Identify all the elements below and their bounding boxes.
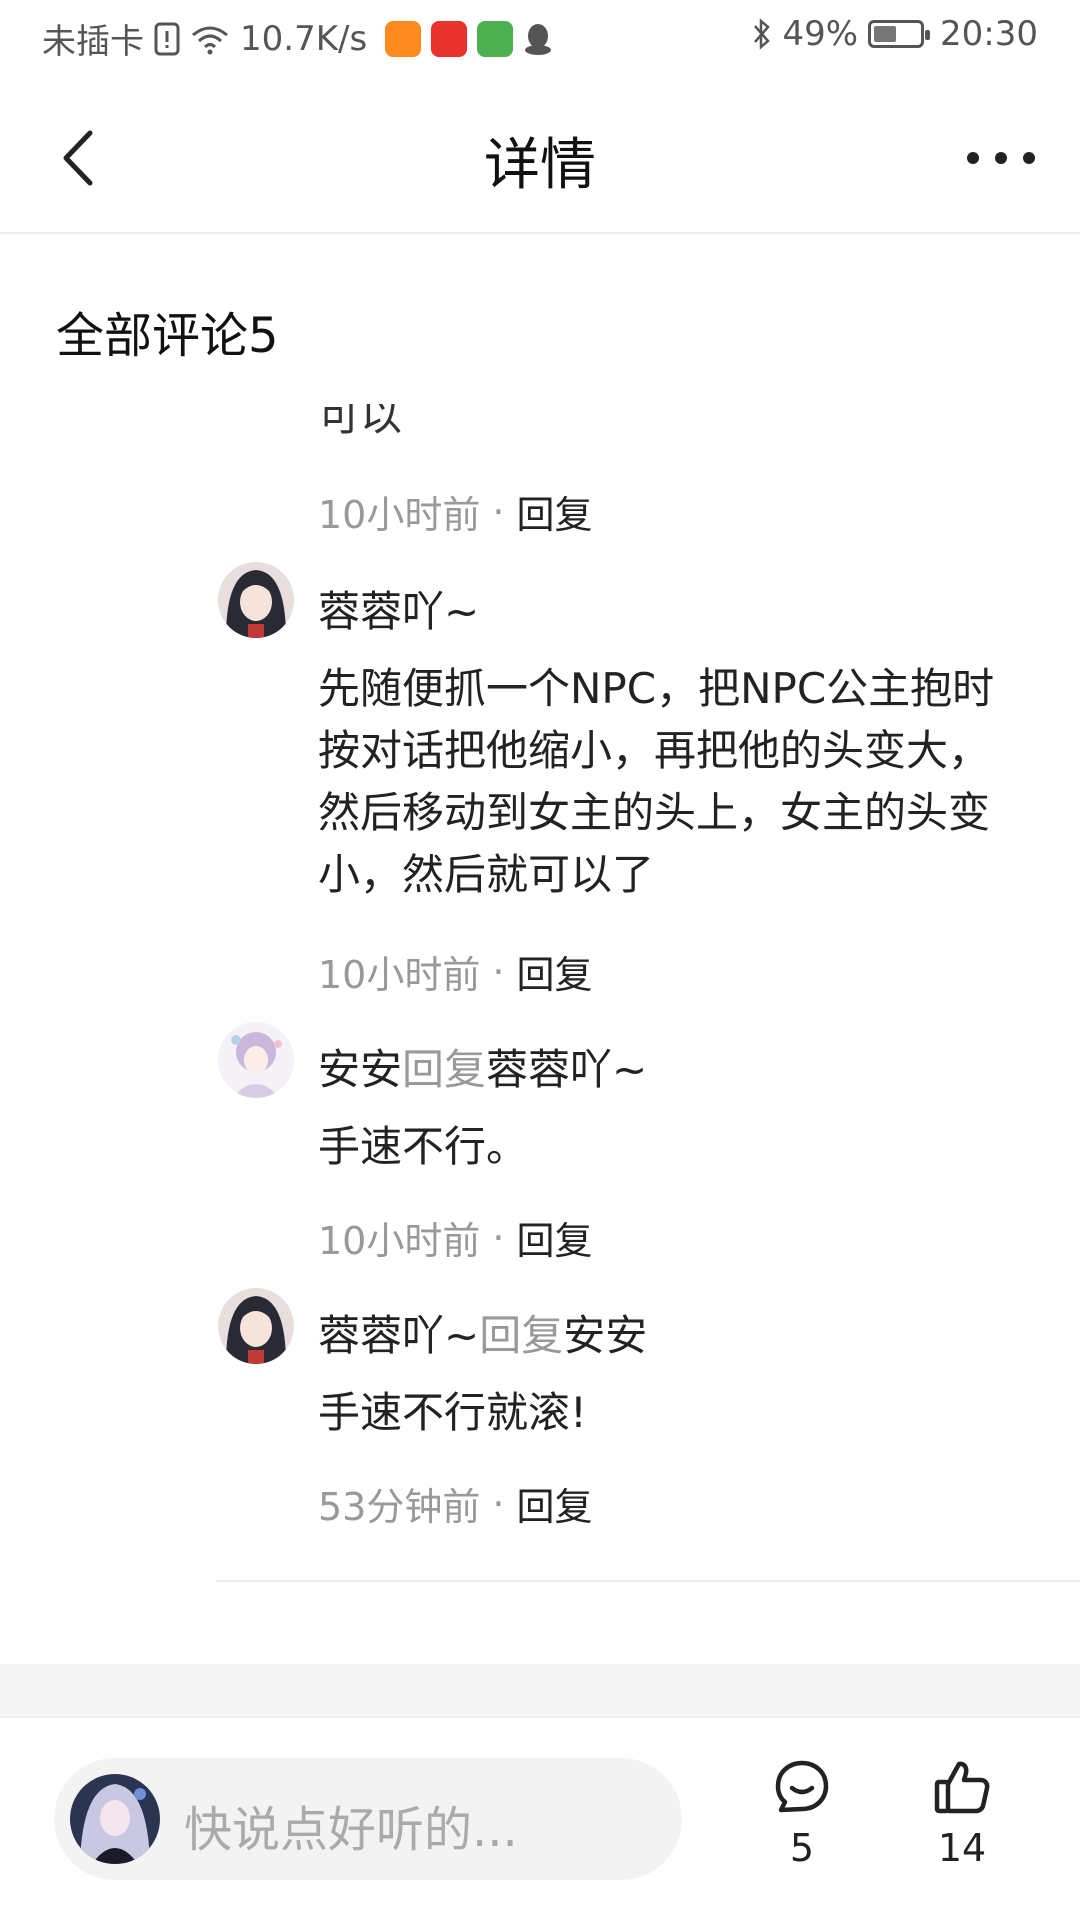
comment-text: 手速不行就滚! (318, 1388, 587, 1437)
comment-time: 53分钟前 (318, 1485, 481, 1529)
wifi-icon (192, 26, 228, 54)
reply-word: 回复 (479, 1311, 564, 1360)
username-text[interactable]: 蓉蓉吖~ (318, 1311, 479, 1360)
comment-text: 手速不行。 (318, 1122, 529, 1171)
comment-text: 先随便抓一个NPC，把NPC公主抱时按对话把他缩小，再把他的头变大，然后移动到女… (318, 664, 995, 899)
comment-meta: 10小时前 · 回复 (318, 1210, 592, 1265)
battery-level-fill (874, 26, 897, 42)
avatar[interactable] (218, 562, 294, 638)
comment-count: 5 (789, 1826, 815, 1870)
comment-username: 蓉蓉吖~ (318, 578, 479, 639)
my-avatar (70, 1774, 160, 1864)
comment-time: 10小时前 (318, 1219, 481, 1263)
meta-separator: · (492, 1481, 505, 1526)
status-bar: 未插卡 10.7K/s 49% 20:30 (0, 0, 1080, 76)
comment-meta: 53分钟前 · 回复 (318, 1476, 592, 1531)
net-speed-text: 10.7K/s (240, 18, 368, 59)
my-avatar-image (70, 1774, 160, 1864)
sim-alert-icon (154, 22, 180, 55)
section-divider (216, 1580, 1080, 1582)
meta-separator: · (492, 489, 505, 534)
comment-time: 10小时前 (318, 953, 481, 997)
reply-button[interactable]: 回复 (516, 944, 592, 999)
partial-comment-text: 可以 (318, 404, 918, 444)
reply-to-username[interactable]: 安安 (563, 1311, 647, 1360)
more-options-button[interactable] (956, 118, 1046, 198)
like-count: 14 (937, 1826, 987, 1870)
avatar[interactable] (218, 1288, 294, 1364)
comment-meta: 10小时前 · 回复 (318, 484, 592, 539)
comment-input[interactable]: 快说点好听的... (54, 1758, 682, 1880)
battery-percent: 49% (782, 14, 859, 54)
comment-bubble-icon (775, 1760, 829, 1813)
section-spacer (0, 1664, 1080, 1716)
reply-button[interactable]: 回复 (516, 484, 592, 539)
username-text[interactable]: 蓉蓉吖~ (318, 587, 479, 636)
user-avatar-image (218, 1022, 294, 1098)
comment-time: 10小时前 (318, 493, 481, 537)
reply-button[interactable]: 回复 (516, 1210, 592, 1265)
video-app-icon (385, 20, 422, 57)
game-app-icon (477, 20, 514, 57)
user-avatar-image (218, 1288, 294, 1364)
bluetooth-icon (754, 18, 771, 50)
comments-section-title: 全部评论5 (56, 308, 279, 364)
meta-separator: · (492, 1215, 505, 1260)
more-dots-icon (967, 152, 1035, 164)
partial-comment-body: 可以 (318, 404, 403, 440)
like-button[interactable]: 14 (907, 1758, 1017, 1870)
page-title: 详情 (484, 133, 596, 198)
qq-icon (525, 23, 552, 55)
status-left: 未插卡 10.7K/s (42, 14, 553, 63)
comment-username: 安安回复蓉蓉吖~ (318, 1036, 647, 1097)
top-nav-bar: 详情 (0, 84, 1080, 234)
comment-username: 蓉蓉吖~回复安安 (318, 1302, 647, 1363)
input-placeholder: 快说点好听的... (184, 1802, 518, 1858)
carrier-text: 未插卡 (42, 22, 144, 62)
clock-text: 20:30 (940, 14, 1038, 54)
comment-meta: 10小时前 · 回复 (318, 944, 592, 999)
bottom-action-bar: 快说点好听的... 5 14 (0, 1716, 1080, 1922)
media-app-icon (431, 20, 468, 57)
username-text[interactable]: 安安 (318, 1045, 402, 1094)
meta-separator: · (492, 949, 505, 994)
status-right: 49% 20:30 (752, 14, 1038, 54)
battery-icon (868, 20, 931, 48)
user-avatar-image (218, 562, 294, 638)
reply-to-username[interactable]: 蓉蓉吖~ (486, 1045, 647, 1094)
thumbs-up-icon (934, 1761, 990, 1814)
reply-button[interactable]: 回复 (516, 1476, 592, 1531)
comments-button[interactable]: 5 (747, 1758, 857, 1870)
reply-word: 回复 (402, 1045, 487, 1094)
avatar[interactable] (218, 1022, 294, 1098)
